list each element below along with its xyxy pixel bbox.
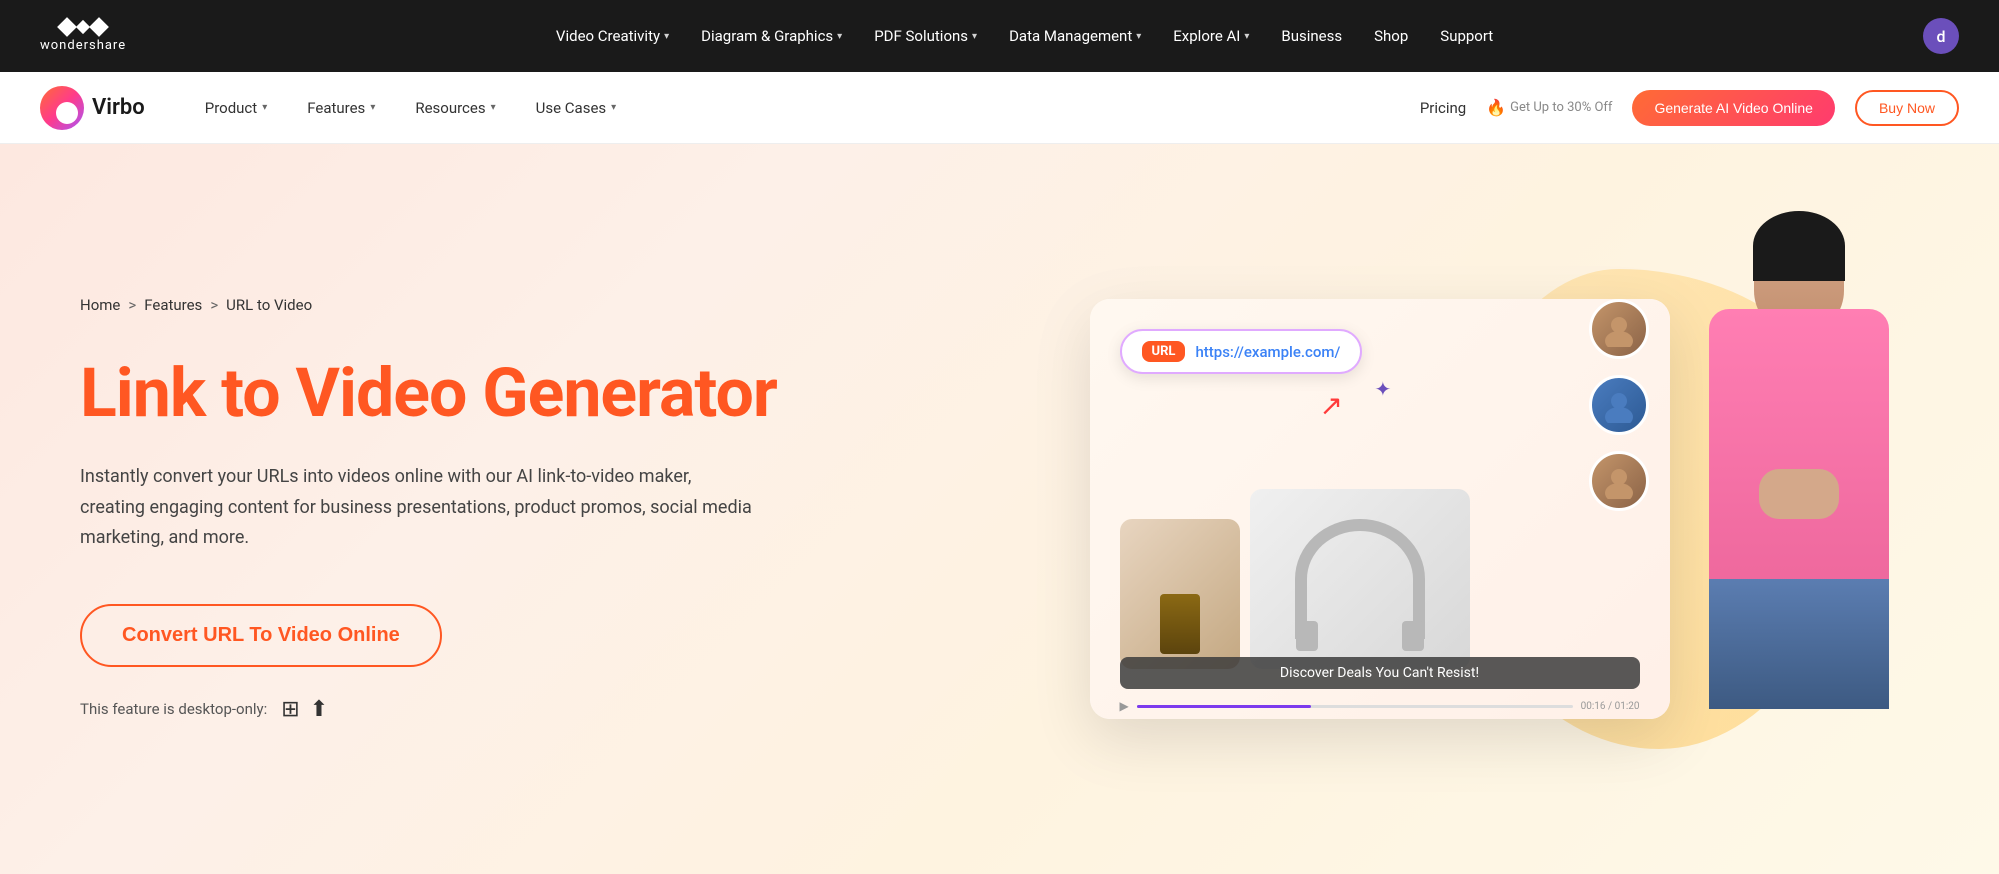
person-silhouette xyxy=(1659,209,1939,709)
wondershare-logo[interactable]: wondershare xyxy=(40,20,126,53)
breadcrumb-sep-2: > xyxy=(210,296,218,314)
progress-track xyxy=(1137,705,1573,708)
sec-nav-use-cases[interactable]: Use Cases ▾ xyxy=(516,99,637,117)
person-hair xyxy=(1753,211,1845,281)
url-bubble: URL https://example.com/ xyxy=(1120,329,1363,374)
breadcrumb: Home > Features > URL to Video xyxy=(80,296,840,314)
illustration-card: URL https://example.com/ ↗ ✦ Discover De… xyxy=(1090,299,1670,719)
virbo-brand-icon xyxy=(40,86,84,130)
deals-banner: Discover Deals You Can't Resist! xyxy=(1120,657,1640,689)
headphone-shape xyxy=(1295,519,1425,639)
video-time: 00:16 / 01:20 xyxy=(1581,701,1640,712)
nav-support[interactable]: Support xyxy=(1440,27,1493,45)
top-nav-right: d xyxy=(1923,18,1959,54)
desktop-only-label: This feature is desktop-only: xyxy=(80,700,267,718)
breadcrumb-features[interactable]: Features xyxy=(144,296,202,314)
hero-description: Instantly convert your URLs into videos … xyxy=(80,462,760,554)
windows-icon: ⊞ xyxy=(281,697,299,722)
virbo-icon-inner xyxy=(56,102,78,124)
chevron-down-icon: ▾ xyxy=(1136,31,1141,42)
chevron-down-icon: ▾ xyxy=(611,102,616,113)
nav-diagram-graphics[interactable]: Diagram & Graphics ▾ xyxy=(701,27,842,45)
promo-badge: 🔥 Get Up to 30% Off xyxy=(1486,98,1612,117)
chevron-down-icon: ▾ xyxy=(370,102,375,113)
hero-title: Link to Video Generator xyxy=(80,354,840,432)
hero-illustration: URL https://example.com/ ↗ ✦ Discover De… xyxy=(840,219,1919,799)
diamond-3 xyxy=(89,17,109,37)
video-progress-bar: ▶ 00:16 / 01:20 xyxy=(1120,699,1640,713)
product-image-headphone xyxy=(1250,489,1470,669)
pricing-link[interactable]: Pricing xyxy=(1420,99,1466,117)
hero-section: Home > Features > URL to Video Link to V… xyxy=(0,144,1999,874)
buy-now-button[interactable]: Buy Now xyxy=(1855,90,1959,126)
person-hands xyxy=(1759,469,1839,519)
brand-name: wondershare xyxy=(40,38,126,53)
person-jeans xyxy=(1709,579,1889,709)
chevron-down-icon: ▾ xyxy=(972,31,977,42)
avatar-1 xyxy=(1589,299,1649,359)
nav-explore-ai[interactable]: Explore AI ▾ xyxy=(1173,27,1249,45)
breadcrumb-current: URL to Video xyxy=(226,296,312,314)
url-label-tag: URL xyxy=(1142,341,1186,362)
chevron-down-icon: ▾ xyxy=(262,102,267,113)
person-illustration xyxy=(1659,209,1939,789)
virbo-brand-name: Virbo xyxy=(92,95,145,120)
breadcrumb-sep-1: > xyxy=(128,296,136,314)
nav-shop[interactable]: Shop xyxy=(1374,27,1408,45)
progress-fill xyxy=(1137,705,1311,708)
sec-nav-right: Pricing 🔥 Get Up to 30% Off Generate AI … xyxy=(1420,90,1959,126)
sparkle-icon: ✦ xyxy=(1375,377,1392,401)
sec-nav-links: Product ▾ Features ▾ Resources ▾ Use Cas… xyxy=(185,99,1380,117)
logo-diamonds xyxy=(60,20,106,34)
user-avatar[interactable]: d xyxy=(1923,18,1959,54)
avatar-list xyxy=(1589,299,1649,511)
avatar-2 xyxy=(1589,375,1649,435)
desktop-icons: ⊞ ⬆ xyxy=(281,697,328,722)
sec-nav-product[interactable]: Product ▾ xyxy=(185,99,287,117)
top-nav-links: Video Creativity ▾ Diagram & Graphics ▾ … xyxy=(556,27,1493,45)
nav-data-management[interactable]: Data Management ▾ xyxy=(1009,27,1141,45)
product-images-area xyxy=(1120,489,1470,669)
avatar-person-icon xyxy=(1601,311,1637,347)
nav-business[interactable]: Business xyxy=(1281,27,1342,45)
chevron-down-icon: ▾ xyxy=(1244,31,1249,42)
sec-nav-resources[interactable]: Resources ▾ xyxy=(395,99,515,117)
cursor-arrow-icon: ↗ xyxy=(1320,389,1343,422)
url-value-text: https://example.com/ xyxy=(1195,343,1340,361)
diamond-1 xyxy=(57,17,77,37)
convert-url-button[interactable]: Convert URL To Video Online xyxy=(80,604,442,667)
chevron-down-icon: ▾ xyxy=(491,102,496,113)
top-navigation: wondershare Video Creativity ▾ Diagram &… xyxy=(0,0,1999,72)
cloud-download-icon: ⬆ xyxy=(310,697,328,722)
play-icon: ▶ xyxy=(1120,699,1129,713)
avatar-person-icon xyxy=(1601,387,1637,423)
secondary-navigation: Virbo Product ▾ Features ▾ Resources ▾ U… xyxy=(0,72,1999,144)
product-image-bottle xyxy=(1120,519,1240,669)
fire-icon: 🔥 xyxy=(1486,98,1506,117)
hero-content: Home > Features > URL to Video Link to V… xyxy=(80,296,840,722)
chevron-down-icon: ▾ xyxy=(837,31,842,42)
breadcrumb-home[interactable]: Home xyxy=(80,296,120,314)
generate-ai-video-button[interactable]: Generate AI Video Online xyxy=(1632,90,1835,126)
nav-video-creativity[interactable]: Video Creativity ▾ xyxy=(556,27,669,45)
avatar-person-icon xyxy=(1601,463,1637,499)
sec-nav-features[interactable]: Features ▾ xyxy=(287,99,395,117)
nav-pdf-solutions[interactable]: PDF Solutions ▾ xyxy=(874,27,977,45)
chevron-down-icon: ▾ xyxy=(664,31,669,42)
avatar-3 xyxy=(1589,451,1649,511)
virbo-logo[interactable]: Virbo xyxy=(40,86,145,130)
desktop-only-notice: This feature is desktop-only: ⊞ ⬆ xyxy=(80,697,840,722)
